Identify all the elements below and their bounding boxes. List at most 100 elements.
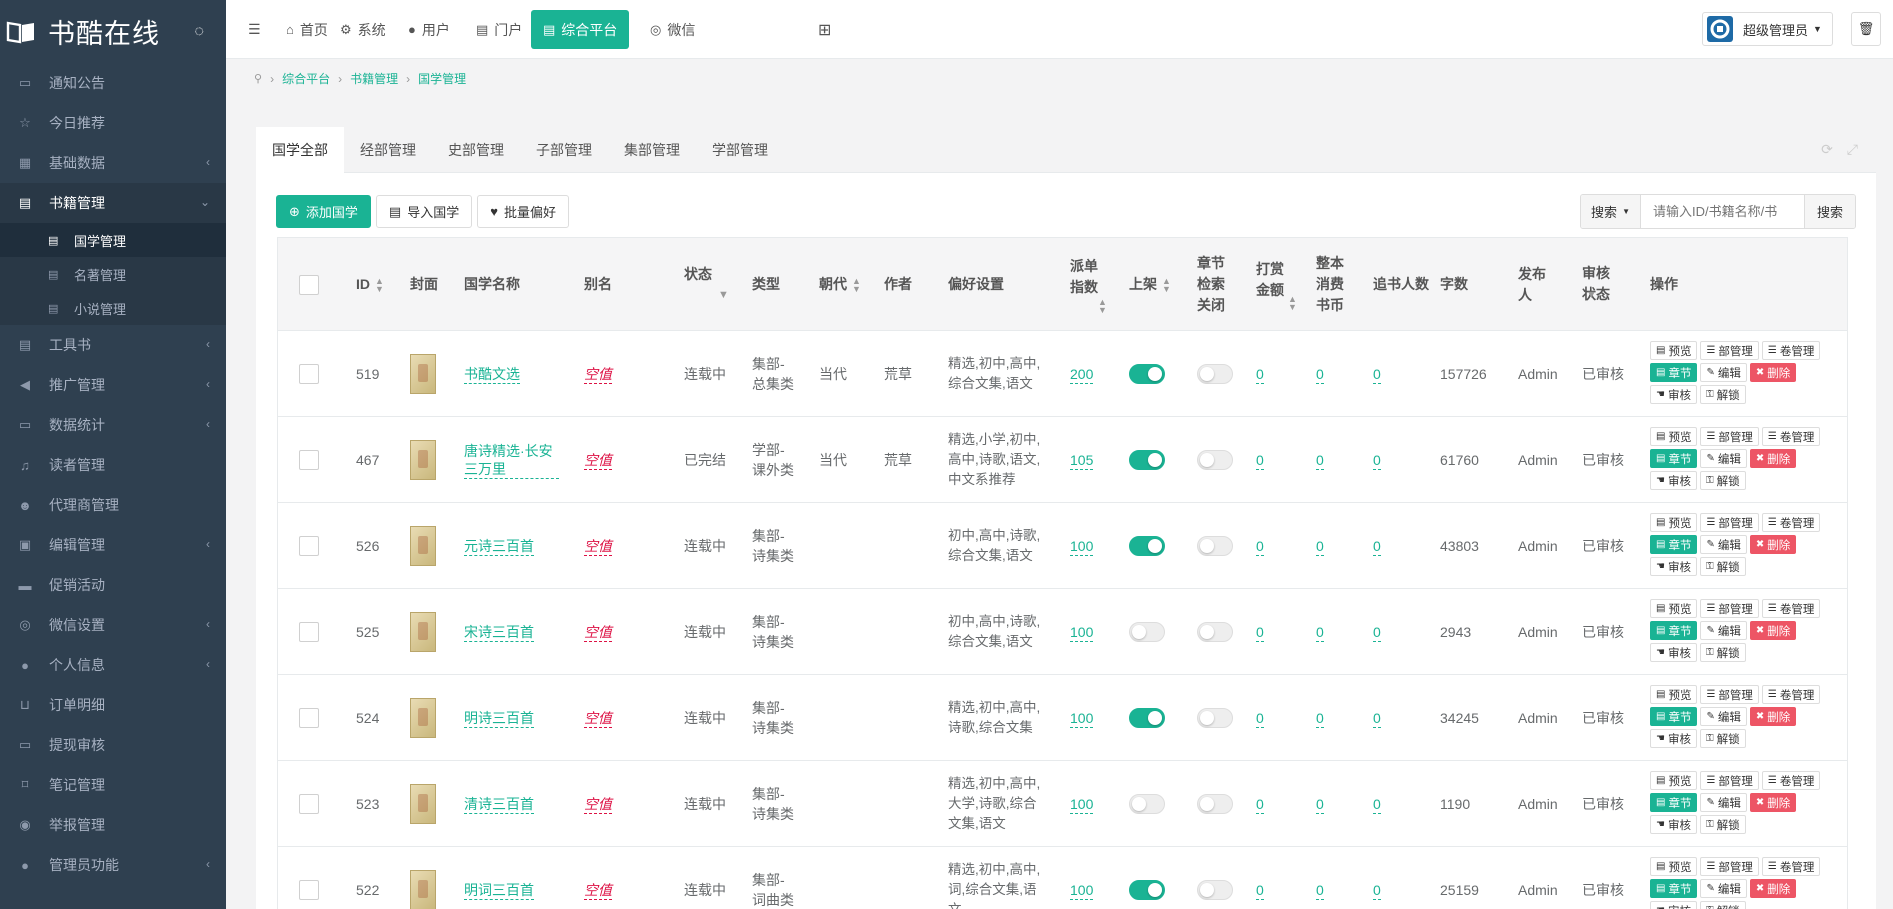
volume-manage-button[interactable]: ☰ 卷管理: [1761, 341, 1821, 360]
part-manage-button[interactable]: ☰ 部管理: [1700, 857, 1759, 876]
alias-editable[interactable]: 空值: [584, 709, 612, 728]
part-manage-button[interactable]: ☰ 部管理: [1700, 427, 1759, 446]
delete-button[interactable]: ✖ 删除: [1749, 879, 1797, 898]
whole-editable[interactable]: 0: [1316, 795, 1324, 814]
tip-editable[interactable]: 0: [1256, 795, 1264, 814]
book-name-link[interactable]: 清诗三百首: [464, 795, 534, 814]
book-name-link[interactable]: 明词三百首: [464, 881, 534, 900]
edit-button[interactable]: ✎ 编辑: [1700, 535, 1747, 554]
tab[interactable]: 经部管理: [344, 127, 432, 173]
book-cover[interactable]: [410, 354, 436, 394]
whole-editable[interactable]: 0: [1316, 623, 1324, 642]
sidebar-item[interactable]: ⌑ 笔记管理: [0, 765, 226, 805]
chapter-button[interactable]: ▤ 章节: [1650, 879, 1698, 898]
unlock-button[interactable]: ⚿解锁: [1699, 643, 1746, 662]
shelf-toggle[interactable]: [1129, 880, 1165, 900]
edit-button[interactable]: ✎ 编辑: [1700, 621, 1747, 640]
grid-apps-icon[interactable]: ⊞: [806, 10, 843, 49]
chapter-close-toggle[interactable]: [1197, 536, 1233, 556]
edit-button[interactable]: ✎ 编辑: [1700, 363, 1747, 382]
audit-button[interactable]: ☚审核: [1650, 901, 1697, 909]
whole-editable[interactable]: 0: [1316, 537, 1324, 556]
audit-button[interactable]: ☚审核: [1650, 729, 1697, 748]
sidebar-item[interactable]: ▭ 提现审核: [0, 725, 226, 765]
row-checkbox[interactable]: [299, 708, 319, 728]
col-id[interactable]: ID ▲ ▼: [356, 238, 384, 331]
search-type-select[interactable]: 搜索 ▼: [1581, 195, 1641, 228]
preview-button[interactable]: ▤ 预览: [1650, 685, 1698, 704]
tab[interactable]: 国学全部: [256, 127, 344, 173]
part-manage-button[interactable]: ☰ 部管理: [1700, 599, 1759, 618]
audit-button[interactable]: ☚审核: [1650, 385, 1697, 404]
delete-button[interactable]: ✖ 删除: [1749, 449, 1797, 468]
tab[interactable]: 学部管理: [696, 127, 784, 173]
follow-editable[interactable]: 0: [1373, 451, 1381, 470]
chapter-button[interactable]: ▤ 章节: [1650, 363, 1698, 382]
book-name-link[interactable]: 唐诗精选·长安三万里: [464, 442, 559, 479]
sidebar-item[interactable]: ⊔ 订单明细: [0, 685, 226, 725]
follow-editable[interactable]: 0: [1373, 623, 1381, 642]
dispatch-editable[interactable]: 100: [1070, 795, 1094, 814]
preview-button[interactable]: ▤ 预览: [1650, 771, 1698, 790]
audit-button[interactable]: ☚审核: [1650, 471, 1697, 490]
col-tip[interactable]: 打赏金额 ▲ ▼: [1256, 238, 1306, 331]
preview-button[interactable]: ▤ 预览: [1650, 427, 1698, 446]
book-cover[interactable]: [410, 440, 436, 480]
tip-editable[interactable]: 0: [1256, 365, 1264, 384]
tab[interactable]: 史部管理: [432, 127, 520, 173]
sidebar-item[interactable]: ▭ 数据统计 ‹: [0, 405, 226, 445]
volume-manage-button[interactable]: ☰ 卷管理: [1761, 771, 1821, 790]
add-button[interactable]: ⊕ 添加国学: [276, 195, 371, 228]
chapter-close-toggle[interactable]: [1197, 708, 1233, 728]
theme-drop-icon[interactable]: ◌: [194, 23, 204, 41]
whole-editable[interactable]: 0: [1316, 451, 1324, 470]
shelf-toggle[interactable]: [1129, 622, 1165, 642]
audit-button[interactable]: ☚审核: [1650, 643, 1697, 662]
unlock-button[interactable]: ⚿解锁: [1699, 729, 1746, 748]
book-cover[interactable]: [410, 870, 436, 909]
chapter-close-toggle[interactable]: [1197, 622, 1233, 642]
chapter-button[interactable]: ▤ 章节: [1650, 707, 1698, 726]
unlock-button[interactable]: ⚿解锁: [1699, 385, 1746, 404]
delete-button[interactable]: ✖ 删除: [1749, 363, 1797, 382]
top-menu-item[interactable]: ▤ 门户: [464, 10, 534, 49]
hamburger-menu-icon[interactable]: ☰: [236, 10, 273, 49]
follow-editable[interactable]: 0: [1373, 709, 1381, 728]
dispatch-editable[interactable]: 100: [1070, 881, 1094, 900]
shelf-toggle[interactable]: [1129, 450, 1165, 470]
volume-manage-button[interactable]: ☰ 卷管理: [1761, 513, 1821, 532]
sidebar-item[interactable]: ● 管理员功能 ‹: [0, 845, 226, 885]
chapter-close-toggle[interactable]: [1197, 880, 1233, 900]
preview-button[interactable]: ▤ 预览: [1650, 599, 1698, 618]
follow-editable[interactable]: 0: [1373, 365, 1381, 384]
tab[interactable]: 子部管理: [520, 127, 608, 173]
whole-editable[interactable]: 0: [1316, 365, 1324, 384]
edit-button[interactable]: ✎ 编辑: [1700, 707, 1747, 726]
volume-manage-button[interactable]: ☰ 卷管理: [1761, 685, 1821, 704]
trash-icon[interactable]: 🗑: [1851, 12, 1881, 46]
sidebar-item[interactable]: ☆ 今日推荐: [0, 103, 226, 143]
alias-editable[interactable]: 空值: [584, 451, 612, 470]
shelf-toggle[interactable]: [1129, 708, 1165, 728]
dispatch-editable[interactable]: 105: [1070, 451, 1094, 470]
sidebar-item[interactable]: ▭ 通知公告: [0, 63, 226, 103]
sidebar-item[interactable]: ▤ 工具书 ‹: [0, 325, 226, 365]
sidebar-item[interactable]: ◀ 推广管理 ‹: [0, 365, 226, 405]
delete-button[interactable]: ✖ 删除: [1749, 535, 1797, 554]
dispatch-editable[interactable]: 100: [1070, 537, 1094, 556]
breadcrumb-item[interactable]: 国学管理: [418, 70, 466, 87]
follow-editable[interactable]: 0: [1373, 795, 1381, 814]
breadcrumb-item[interactable]: 综合平台: [282, 70, 330, 87]
col-dynasty[interactable]: 朝代 ▲ ▼: [819, 238, 861, 331]
col-dispatch[interactable]: 派单指数 ▲ ▼: [1070, 238, 1110, 331]
sidebar-item[interactable]: ♫ 读者管理: [0, 445, 226, 485]
col-status[interactable]: 状态 ▼: [684, 238, 729, 331]
part-manage-button[interactable]: ☰ 部管理: [1700, 341, 1759, 360]
top-menu-item[interactable]: ● 用户: [396, 10, 462, 49]
volume-manage-button[interactable]: ☰ 卷管理: [1761, 427, 1821, 446]
part-manage-button[interactable]: ☰ 部管理: [1700, 513, 1759, 532]
tip-editable[interactable]: 0: [1256, 881, 1264, 900]
dispatch-editable[interactable]: 200: [1070, 365, 1094, 384]
dispatch-editable[interactable]: 100: [1070, 623, 1094, 642]
shelf-toggle[interactable]: [1129, 536, 1165, 556]
